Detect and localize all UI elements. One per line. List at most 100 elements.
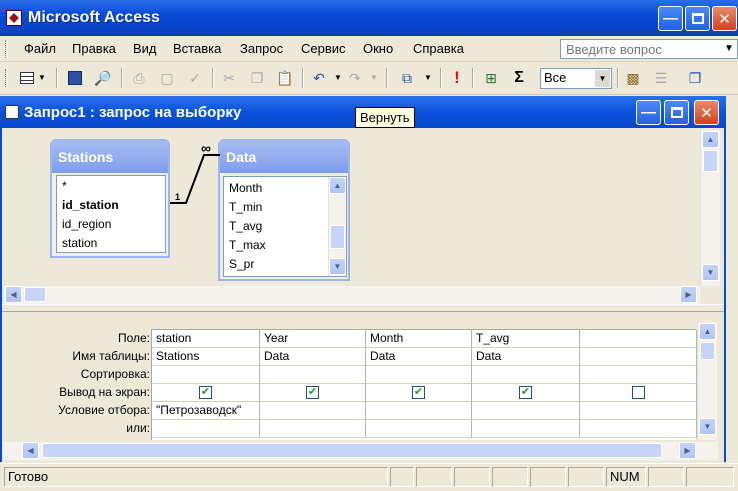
grid-cell-sort[interactable] xyxy=(366,366,472,384)
data-field-list[interactable]: Month T_min T_avg T_max S_pr ▲ ▼ xyxy=(223,176,347,277)
pane-splitter[interactable] xyxy=(2,304,724,312)
ask-dropdown-icon[interactable]: ▼ xyxy=(724,43,734,54)
grid-cell-or[interactable] xyxy=(472,420,580,438)
undo-dropdown-icon[interactable]: ▼ xyxy=(334,73,342,82)
field-month[interactable]: Month xyxy=(229,181,262,195)
column-selector-strip[interactable] xyxy=(151,320,696,330)
properties-button[interactable]: ▩ xyxy=(622,67,644,89)
grid-cell-or[interactable] xyxy=(152,420,260,438)
view-button[interactable] xyxy=(16,67,38,89)
run-button[interactable]: ! xyxy=(446,67,468,89)
redo-dropdown-icon[interactable]: ▼ xyxy=(370,73,378,82)
grid-cell-sort[interactable] xyxy=(260,366,366,384)
print-preview-button[interactable]: ▢ xyxy=(156,67,178,89)
print-button[interactable]: ⎙ xyxy=(128,67,150,89)
paste-button[interactable]: 📋 xyxy=(274,67,296,89)
grid-cell-criteria[interactable] xyxy=(366,402,472,420)
maximize-button[interactable] xyxy=(685,6,710,31)
grid-cell-sort[interactable] xyxy=(152,366,260,384)
show-checkbox[interactable]: ✔ xyxy=(306,386,319,399)
grid-cell-show[interactable] xyxy=(580,384,697,402)
grid-cell-criteria[interactable]: "Петрозаводск" xyxy=(152,402,260,420)
upper-horizontal-scrollbar[interactable]: ◀ ▶ xyxy=(4,286,700,304)
data-fields-scrollbar[interactable]: ▲ ▼ xyxy=(328,177,346,276)
grid-cell-show[interactable]: ✔ xyxy=(152,384,260,402)
field-all[interactable]: * xyxy=(62,179,67,193)
ask-question-input[interactable] xyxy=(560,39,738,59)
field-id-station[interactable]: id_station xyxy=(62,198,119,212)
field-s-pr[interactable]: S_pr xyxy=(229,257,254,271)
show-checkbox[interactable]: ✔ xyxy=(412,386,425,399)
field-t-min[interactable]: T_min xyxy=(229,200,262,214)
grid-cell-or[interactable] xyxy=(260,420,366,438)
top-values-select[interactable]: Все ▼ xyxy=(540,68,612,89)
grid-cell-sort[interactable] xyxy=(580,366,697,384)
scroll-right-icon[interactable]: ▶ xyxy=(680,286,697,303)
scroll-down-icon[interactable]: ▼ xyxy=(702,264,719,281)
menu-edit[interactable]: Правка xyxy=(72,41,116,56)
database-window-button[interactable]: ❐ xyxy=(684,67,706,89)
access-app-icon[interactable] xyxy=(6,10,22,26)
query-type-dropdown-icon[interactable]: ▼ xyxy=(424,73,432,82)
stations-field-list[interactable]: * id_station id_region station xyxy=(56,175,166,253)
query-window-icon[interactable] xyxy=(5,105,19,119)
search-button[interactable]: 🔎 xyxy=(92,67,114,89)
grid-cell-or[interactable] xyxy=(580,420,697,438)
grid-cell-field[interactable]: T_avg xyxy=(472,330,580,348)
menu-query[interactable]: Запрос xyxy=(240,41,283,56)
menubar-grip[interactable] xyxy=(5,40,8,58)
field-t-max[interactable]: T_max xyxy=(229,238,266,252)
scroll-thumb[interactable] xyxy=(703,150,718,172)
menu-file[interactable]: Файл xyxy=(24,41,56,56)
scroll-up-icon[interactable]: ▲ xyxy=(702,131,719,148)
show-checkbox[interactable]: ✔ xyxy=(199,386,212,399)
grid-cell-table[interactable] xyxy=(580,348,697,366)
grid-cell-or[interactable] xyxy=(366,420,472,438)
copy-button[interactable]: ❐ xyxy=(246,67,268,89)
scroll-thumb[interactable] xyxy=(42,443,662,458)
scroll-thumb[interactable] xyxy=(24,287,46,302)
scroll-thumb[interactable] xyxy=(330,225,345,249)
scroll-thumb[interactable] xyxy=(700,342,715,360)
grid-cell-show[interactable]: ✔ xyxy=(472,384,580,402)
menu-tools[interactable]: Сервис xyxy=(301,41,346,56)
menu-window[interactable]: Окно xyxy=(363,41,393,56)
grid-cell-field[interactable] xyxy=(580,330,697,348)
grid-cell-criteria[interactable] xyxy=(260,402,366,420)
field-t-avg[interactable]: T_avg xyxy=(229,219,262,233)
undo-button[interactable]: ↶ xyxy=(308,67,330,89)
view-dropdown-icon[interactable]: ▼ xyxy=(38,73,46,82)
data-table-box[interactable]: Data Month T_min T_avg T_max S_pr ▲ ▼ xyxy=(218,139,350,281)
scroll-up-icon[interactable]: ▲ xyxy=(699,323,716,340)
upper-vertical-scrollbar[interactable]: ▲ ▼ xyxy=(700,130,720,286)
field-station[interactable]: station xyxy=(62,236,97,250)
query-maximize-button[interactable] xyxy=(664,100,689,125)
query-close-button[interactable]: ✕ xyxy=(694,100,719,125)
query-minimize-button[interactable]: — xyxy=(636,100,661,125)
scroll-up-icon[interactable]: ▲ xyxy=(329,177,346,194)
grid-cell-table[interactable]: Stations xyxy=(152,348,260,366)
show-checkbox[interactable]: ✔ xyxy=(519,386,532,399)
grid-cell-field[interactable]: station xyxy=(152,330,260,348)
spelling-button[interactable]: ✓ xyxy=(184,67,206,89)
grid-cell-show[interactable]: ✔ xyxy=(260,384,366,402)
menu-help[interactable]: Справка xyxy=(413,41,464,56)
grid-cell-table[interactable]: Data xyxy=(366,348,472,366)
query-type-button[interactable]: ⧉ xyxy=(396,67,418,89)
scroll-right-icon[interactable]: ▶ xyxy=(679,442,696,459)
save-button[interactable] xyxy=(64,67,86,89)
cut-button[interactable]: ✂ xyxy=(218,67,240,89)
scroll-down-icon[interactable]: ▼ xyxy=(699,418,716,435)
grid-vertical-scrollbar[interactable]: ▲ ▼ xyxy=(697,322,717,440)
minimize-button[interactable]: — xyxy=(658,6,683,31)
grid-cell-table[interactable]: Data xyxy=(472,348,580,366)
grid-cell-sort[interactable] xyxy=(472,366,580,384)
totals-button[interactable]: Σ xyxy=(508,67,530,89)
grid-cell-show[interactable]: ✔ xyxy=(366,384,472,402)
grid-cell-criteria[interactable] xyxy=(472,402,580,420)
close-button[interactable]: ✕ xyxy=(712,6,737,31)
toolbar-grip[interactable] xyxy=(5,69,8,87)
build-button[interactable]: ☰ xyxy=(650,67,672,89)
grid-cell-field[interactable]: Month xyxy=(366,330,472,348)
scroll-left-icon[interactable]: ◀ xyxy=(5,286,22,303)
